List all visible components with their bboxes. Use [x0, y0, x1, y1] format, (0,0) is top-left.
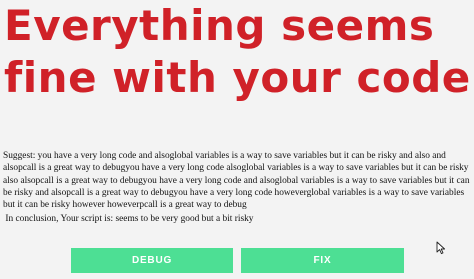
conclusion-text: In conclusion, Your script is: seems to …: [3, 214, 254, 224]
fix-button[interactable]: FIX: [241, 248, 404, 273]
mouse-pointer-icon: [436, 241, 446, 255]
headline-line-2: fine with your code!: [4, 53, 474, 102]
suggestion-text: Suggest: you have a very long code and a…: [3, 151, 472, 211]
debug-button[interactable]: DEBUG: [71, 248, 233, 273]
headline-line-1: Everything seems: [4, 1, 435, 50]
headline: Everything seems fine with your code!: [4, 0, 474, 104]
